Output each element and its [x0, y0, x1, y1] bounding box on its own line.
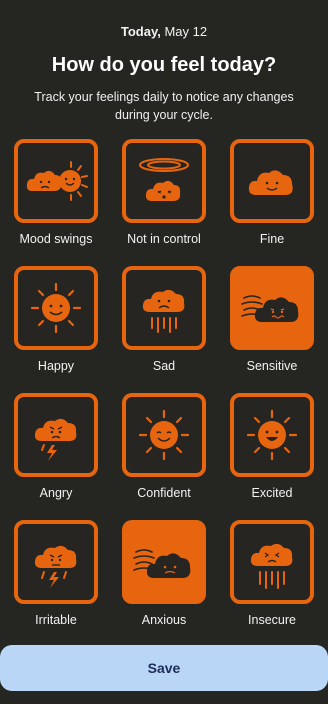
mood-option-excited[interactable]: Excited	[230, 393, 314, 520]
mood-tile[interactable]	[14, 266, 98, 350]
wind-cloud-anxious-icon	[133, 549, 191, 578]
mood-tile[interactable]	[230, 520, 314, 604]
mood-tile[interactable]	[122, 520, 206, 604]
date-label: Today, May 12	[0, 24, 328, 39]
dizzy-cloud-icon	[139, 158, 189, 201]
mood-tile[interactable]	[230, 393, 314, 477]
mood-tile[interactable]	[230, 266, 314, 350]
mood-option-happy[interactable]: Happy	[14, 266, 98, 393]
mood-label: Sad	[152, 359, 176, 373]
mood-label: Excited	[251, 486, 293, 500]
mood-tile[interactable]	[14, 520, 98, 604]
wind-cloud-icon	[241, 295, 299, 322]
date-value: May 12	[160, 24, 208, 39]
mood-label: Not in control	[127, 232, 201, 246]
mood-swings-icon	[26, 161, 88, 201]
mood-option-sad[interactable]: Sad	[122, 266, 206, 393]
rain-cloud-sad-icon	[142, 289, 185, 333]
mood-option-insecure[interactable]: Insecure	[230, 520, 314, 647]
mood-option-confident[interactable]: Confident	[122, 393, 206, 520]
mood-option-not-in-control[interactable]: Not in control	[122, 139, 206, 266]
date-today: Today,	[120, 24, 161, 39]
mood-label: Confident	[137, 486, 191, 500]
sun-excited-icon	[246, 409, 298, 461]
sun-smile-icon	[30, 282, 82, 334]
mood-label: Fine	[259, 232, 285, 246]
mood-grid: Mood swings Not in control Fine Happy Sa…	[14, 139, 314, 647]
mood-option-mood-swings[interactable]: Mood swings	[14, 139, 98, 266]
sun-confident-icon	[138, 409, 190, 461]
mood-option-irritable[interactable]: Irritable	[14, 520, 98, 647]
storm-cloud-irritable-icon	[34, 545, 77, 588]
storm-cloud-angry-icon	[34, 418, 77, 461]
mood-tile[interactable]	[230, 139, 314, 223]
mood-tile[interactable]	[122, 139, 206, 223]
rain-cloud-insecure-icon	[250, 543, 293, 589]
mood-label: Irritable	[35, 613, 77, 627]
mood-tile[interactable]	[14, 139, 98, 223]
cloud-smile-icon	[248, 170, 293, 195]
mood-label: Angry	[39, 486, 73, 500]
mood-option-sensitive[interactable]: Sensitive	[230, 266, 314, 393]
mood-option-anxious[interactable]: Anxious	[122, 520, 206, 647]
mood-option-fine[interactable]: Fine	[230, 139, 314, 266]
mood-label: Mood swings	[19, 232, 93, 246]
save-button[interactable]: Save	[0, 645, 328, 691]
mood-option-angry[interactable]: Angry	[14, 393, 98, 520]
mood-label: Sensitive	[246, 359, 298, 373]
mood-tile[interactable]	[14, 393, 98, 477]
page-title: How do you feel today?	[51, 54, 277, 76]
mood-tile[interactable]	[122, 393, 206, 477]
mood-label: Happy	[37, 359, 75, 373]
mood-label: Insecure	[248, 613, 296, 627]
mood-tile[interactable]	[122, 266, 206, 350]
mood-label: Anxious	[141, 613, 187, 627]
page-subtitle: Track your feelings daily to notice any …	[34, 90, 294, 122]
